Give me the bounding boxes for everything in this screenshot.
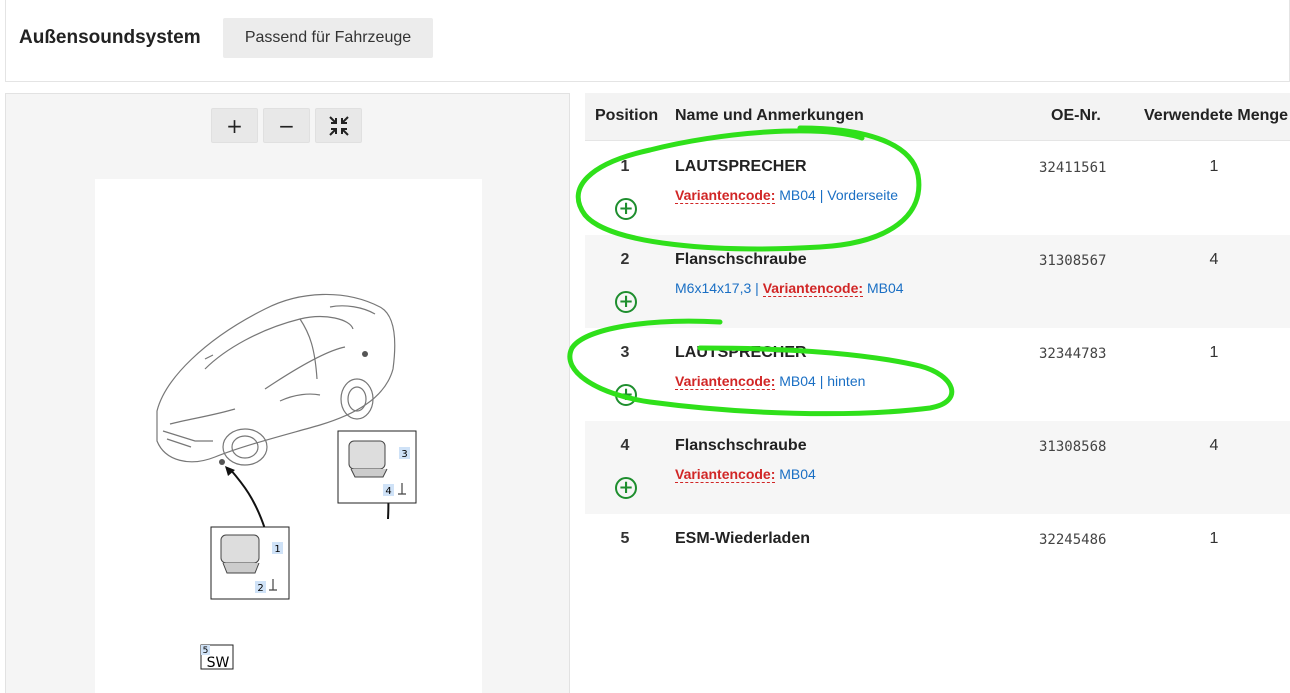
table-row[interactable]: 1 LAUTSPRECHER Variantencode: MB04 | Vor… xyxy=(585,142,1290,235)
oe-number: 32411561 xyxy=(1039,160,1107,176)
quantity: 1 xyxy=(1209,158,1219,175)
variant-code-label[interactable]: Variantencode: xyxy=(762,280,864,297)
part-name: Flanschschraube xyxy=(675,251,807,268)
diagram-panel: + − 3 4 1 2 5 SW xyxy=(5,93,570,693)
part-note: Variantencode: MB04 xyxy=(675,466,816,483)
collapse-arrows-icon xyxy=(328,115,349,136)
zoom-toolbar: + − xyxy=(211,108,362,143)
oe-number: 31308567 xyxy=(1039,253,1107,269)
add-icon[interactable]: + xyxy=(615,477,637,499)
table-header: Position Name und Anmerkungen OE-Nr. Ver… xyxy=(585,93,1290,141)
callout-2[interactable]: 2 xyxy=(257,583,263,594)
fit-view-button[interactable] xyxy=(315,108,362,143)
part-note: Variantencode: MB04 | hinten xyxy=(675,373,866,390)
fit-vehicles-button[interactable]: Passend für Fahrzeuge xyxy=(223,18,433,58)
part-name: LAUTSPRECHER xyxy=(675,158,807,175)
page: Außensoundsystem Passend für Fahrzeuge +… xyxy=(0,0,1290,693)
quantity: 4 xyxy=(1209,437,1219,454)
col-position: Position xyxy=(595,107,659,124)
part-name: ESM-Wiederladen xyxy=(675,530,810,547)
variant-value: MB04 | hinten xyxy=(775,373,866,389)
add-icon[interactable]: + xyxy=(615,384,637,406)
row-position: 4 xyxy=(620,437,630,454)
row-position: 2 xyxy=(620,251,630,268)
part-name: Flanschschraube xyxy=(675,437,807,454)
table-row[interactable]: 4 Flanschschraube Variantencode: MB04 31… xyxy=(585,421,1290,514)
col-oe: OE-Nr. xyxy=(1051,107,1101,124)
variant-code-label[interactable]: Variantencode: xyxy=(675,466,776,483)
parts-diagram: 3 4 1 2 5 SW xyxy=(156,293,417,671)
part-note: M6x14x17,3 | Variantencode: MB04 xyxy=(675,280,904,297)
col-qty: Verwendete Menge xyxy=(1144,107,1289,124)
callout-4[interactable]: 4 xyxy=(385,486,391,497)
add-icon[interactable]: + xyxy=(615,198,637,220)
variant-value: MB04 | Vorderseite xyxy=(775,187,899,203)
quantity: 1 xyxy=(1209,344,1219,361)
zoom-out-button[interactable]: − xyxy=(263,108,310,143)
table-row[interactable]: 3 LAUTSPRECHER Variantencode: MB04 | hin… xyxy=(585,328,1290,421)
row-position: 1 xyxy=(620,158,630,175)
callout-3[interactable]: 3 xyxy=(401,449,407,460)
oe-number: 32245486 xyxy=(1039,532,1107,548)
page-title: Außensoundsystem xyxy=(19,27,201,48)
part-spec: M6x14x17,3 | xyxy=(675,280,763,296)
sw-label: SW xyxy=(207,655,230,671)
variant-value: MB04 xyxy=(863,280,904,296)
table-row[interactable]: 5 ESM-Wiederladen 32245486 1 xyxy=(585,514,1290,607)
row-position: 5 xyxy=(620,530,630,547)
row-position: 3 xyxy=(620,344,630,361)
callout-1[interactable]: 1 xyxy=(274,544,280,555)
header: Außensoundsystem Passend für Fahrzeuge xyxy=(5,0,1290,82)
variant-value: MB04 xyxy=(775,466,816,482)
variant-code-label[interactable]: Variantencode: xyxy=(675,187,776,204)
quantity: 1 xyxy=(1209,530,1219,547)
parts-table: Position Name und Anmerkungen OE-Nr. Ver… xyxy=(585,93,1290,693)
parts-diagram-canvas[interactable]: 3 4 1 2 5 SW xyxy=(95,179,482,693)
oe-number: 31308568 xyxy=(1039,439,1107,455)
oe-number: 32344783 xyxy=(1039,346,1107,362)
add-icon[interactable]: + xyxy=(615,291,637,313)
part-name: LAUTSPRECHER xyxy=(675,344,807,361)
part-note: Variantencode: MB04 | Vorderseite xyxy=(675,187,899,204)
col-name: Name und Anmerkungen xyxy=(675,107,864,124)
variant-code-label[interactable]: Variantencode: xyxy=(675,373,776,390)
table-row[interactable]: 2 Flanschschraube M6x14x17,3 | Varianten… xyxy=(585,235,1290,328)
quantity: 4 xyxy=(1209,251,1219,268)
zoom-in-button[interactable]: + xyxy=(211,108,258,143)
